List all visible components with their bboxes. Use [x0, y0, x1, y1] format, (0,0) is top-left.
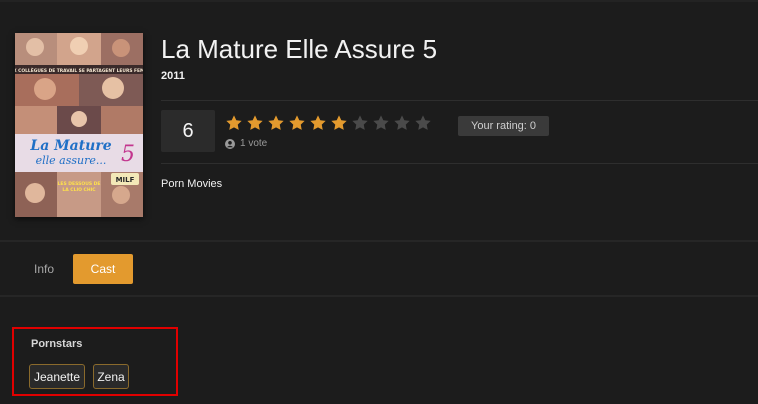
poster-title-line2: elle assure... — [36, 154, 107, 167]
poster-badge: MILF — [116, 176, 135, 184]
poster-tagline-line2: LA CLIO CHIC — [62, 187, 96, 193]
star-empty-icon[interactable] — [372, 114, 390, 132]
star-filled-icon[interactable] — [225, 114, 243, 132]
tab-cast[interactable]: Cast — [73, 254, 133, 284]
star-filled-icon[interactable] — [288, 114, 306, 132]
your-rating-button[interactable]: Your rating: 0 — [458, 116, 550, 136]
top-edge — [0, 0, 758, 2]
tab-info[interactable]: Info — [34, 262, 54, 276]
star-empty-icon[interactable] — [393, 114, 411, 132]
votes-label: 1 vote — [240, 138, 268, 149]
star-rating[interactable] — [225, 114, 432, 132]
poster-title-line1: La Mature — [29, 138, 111, 154]
star-filled-icon[interactable] — [246, 114, 264, 132]
movie-year: 2011 — [161, 70, 185, 82]
pornstar-chip[interactable]: Zena — [93, 364, 129, 389]
section-divider — [0, 295, 758, 297]
poster-image: DEUX COLLÈGUES DE TRAVAIL SE PARTAGENT L… — [15, 33, 143, 217]
star-filled-icon[interactable] — [330, 114, 348, 132]
movie-title: La Mature Elle Assure 5 — [161, 34, 438, 64]
star-filled-icon[interactable] — [309, 114, 327, 132]
cast-heading: Pornstars — [31, 338, 83, 350]
poster-tagline-line1: LES DESSOUS DE — [58, 181, 101, 187]
divider — [161, 100, 758, 101]
star-empty-icon[interactable] — [351, 114, 369, 132]
rating-score: 6 — [161, 110, 215, 152]
poster-number: 5 — [121, 142, 135, 167]
star-filled-icon[interactable] — [267, 114, 285, 132]
movie-poster[interactable]: DEUX COLLÈGUES DE TRAVAIL SE PARTAGENT L… — [15, 33, 143, 217]
category-link[interactable]: Porn Movies — [161, 178, 222, 190]
user-icon — [225, 138, 235, 149]
pornstar-chip[interactable]: Jeanette — [29, 364, 85, 389]
votes-count: 1 vote — [225, 138, 267, 149]
section-divider — [0, 240, 758, 242]
divider — [161, 163, 758, 164]
star-empty-icon[interactable] — [414, 114, 432, 132]
movie-page: DEUX COLLÈGUES DE TRAVAIL SE PARTAGENT L… — [0, 0, 758, 404]
